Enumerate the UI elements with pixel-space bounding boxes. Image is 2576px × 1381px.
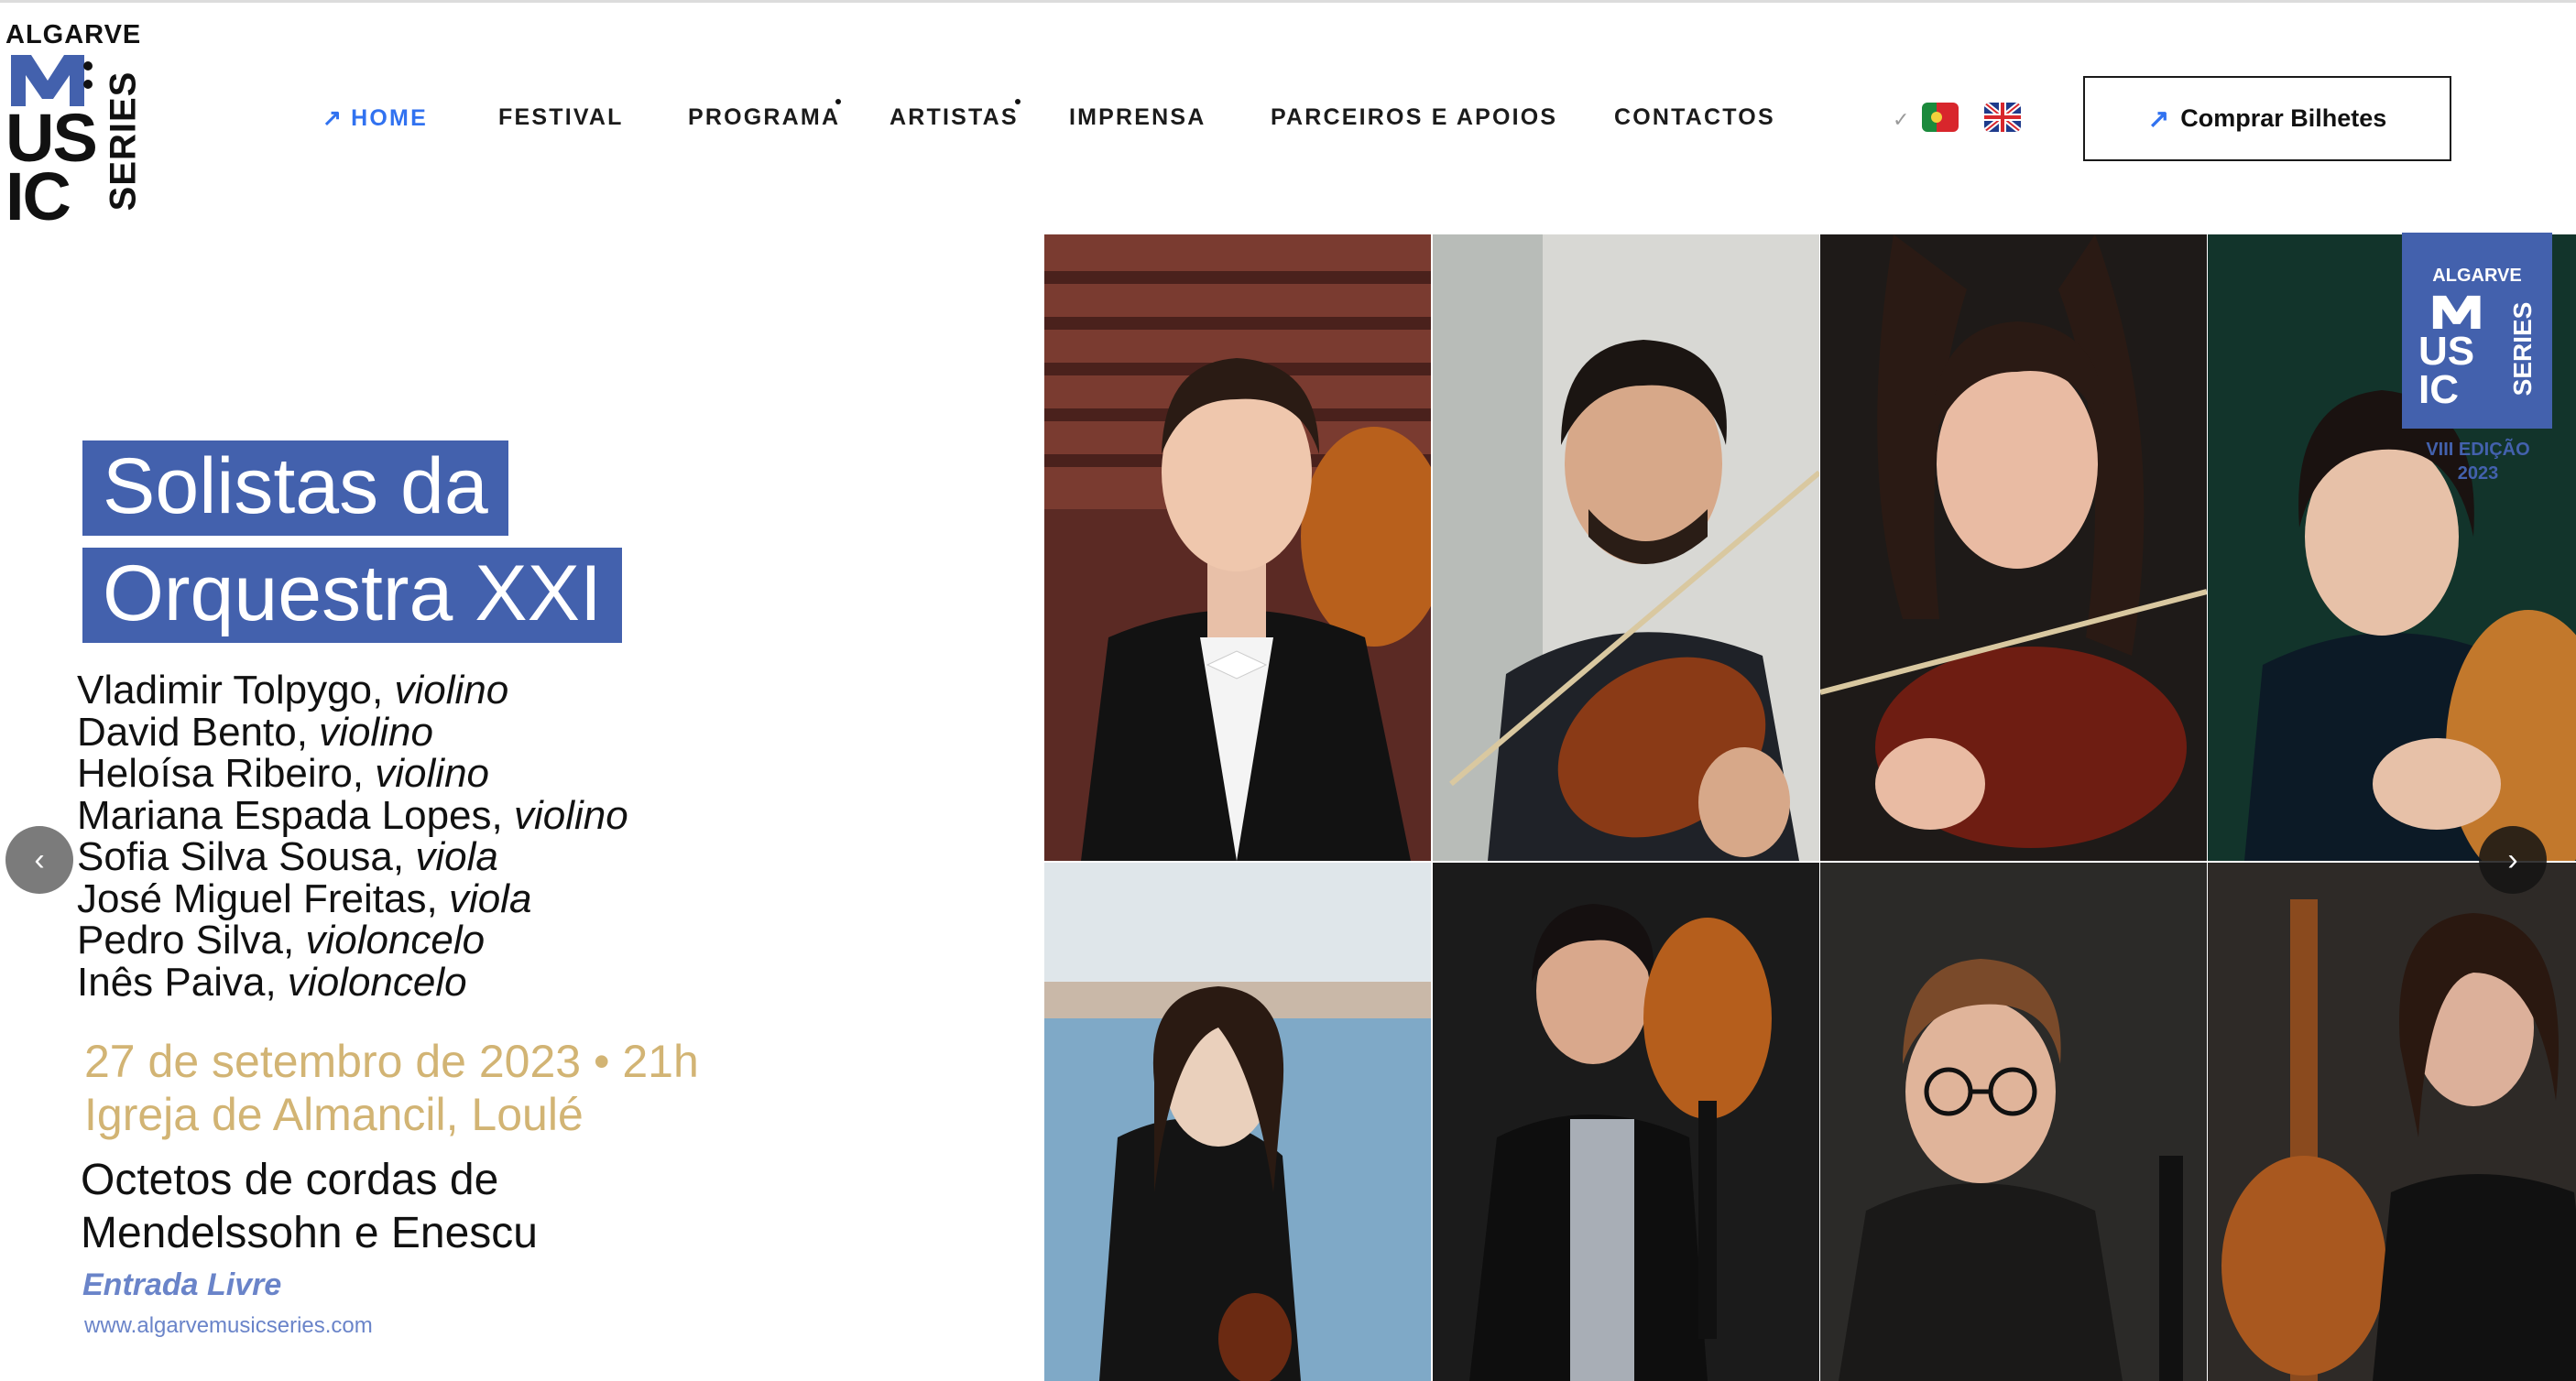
musician-photo	[1820, 234, 2207, 861]
entry-free-text: Entrada Livre	[82, 1267, 282, 1302]
nav-programa[interactable]: PROGRAMA	[688, 104, 840, 131]
musician-line: Vladimir Tolpygo, violino	[77, 668, 509, 712]
musician-line: Pedro Silva, violoncelo	[77, 918, 486, 962]
edition-text: VIII EDIÇÃO 2023	[2426, 440, 2530, 484]
poster-title-line1: Solistas da	[82, 440, 508, 536]
musician-photo	[1044, 234, 1431, 861]
musician-line: José Miguel Freitas, viola	[77, 875, 532, 921]
musician-photo	[1433, 234, 1819, 861]
logo-series-text: SERIES	[103, 71, 144, 212]
chevron-right-icon: ›	[2507, 842, 2518, 877]
musician-photo	[1433, 863, 1819, 1381]
site-logo[interactable]: ALGARVE US IC SERIES	[5, 20, 145, 231]
musician-list: Vladimir Tolpygo, violino David Bento, v…	[77, 669, 993, 1003]
hero-slider: Solistas da Orquestra XXI Vladimir Tolpy…	[0, 233, 2576, 1381]
chevron-left-icon: ‹	[34, 842, 45, 877]
logo-ic-text: IC	[5, 158, 71, 234]
nav-home[interactable]: ↗ HOME	[322, 104, 428, 132]
nav-artistas[interactable]: ARTISTAS	[890, 104, 1019, 131]
concert-venue: Igreja de Almancil, Loulé	[84, 1089, 584, 1140]
concert-date: 27 de setembro de 2023 • 21h	[84, 1036, 699, 1087]
arrow-up-right-icon: ↗	[2147, 104, 2170, 133]
musician-line: Sofia Silva Sousa, viola	[77, 834, 498, 879]
website-text: www.algarvemusicseries.com	[84, 1313, 373, 1338]
badge-m-mark	[2432, 295, 2481, 330]
arrow-up-right-icon: ↗	[322, 105, 344, 131]
poster-title-line2: Orquestra XXI	[82, 548, 622, 643]
flag-portugal-icon[interactable]	[1922, 103, 1959, 132]
musician-line: Mariana Espada Lopes, violino	[77, 792, 628, 838]
musician-line: David Bento, violino	[77, 709, 433, 755]
logo-algarve-text: ALGARVE	[5, 20, 142, 49]
nav-imprensa[interactable]: IMPRENSA	[1069, 104, 1206, 131]
musician-photo	[1044, 863, 1431, 1381]
nav-contactos[interactable]: CONTACTOS	[1614, 104, 1775, 131]
flag-uk-icon[interactable]	[1984, 103, 2021, 132]
carousel-next-button[interactable]: ›	[2479, 826, 2547, 894]
dropdown-indicator-dot	[835, 99, 841, 104]
dropdown-indicator-dot	[1015, 99, 1021, 104]
musician-line: Inês Paiva, violoncelo	[77, 959, 467, 1005]
checkmark-icon: ✓	[1893, 108, 1910, 131]
carousel-prev-button[interactable]: ‹	[5, 826, 73, 894]
top-border	[0, 0, 2576, 3]
musician-photo	[1820, 863, 2207, 1381]
festival-badge: ALGARVE US IC SERIES	[2402, 233, 2552, 429]
musician-photo	[2208, 863, 2576, 1381]
musician-line: Heloísa Ribeiro, violino	[77, 751, 490, 796]
buy-tickets-label: Comprar Bilhetes	[2180, 104, 2387, 132]
nav-parceiros[interactable]: PARCEIROS E APOIOS	[1271, 104, 1557, 131]
buy-tickets-button[interactable]: ↗ Comprar Bilhetes	[2083, 76, 2451, 161]
concert-program: Octetos de cordas de Mendelssohn e Enesc…	[81, 1156, 538, 1257]
nav-festival[interactable]: FESTIVAL	[498, 104, 624, 131]
